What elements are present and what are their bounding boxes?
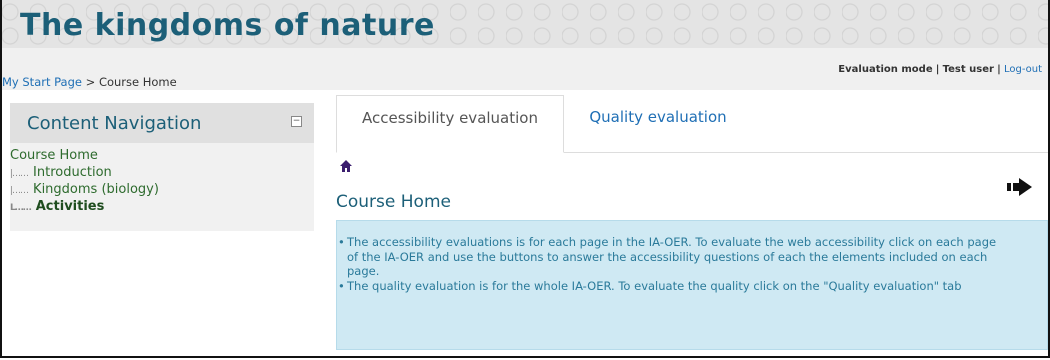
breadcrumb-start-page[interactable]: My Start Page — [2, 75, 82, 89]
tab-quality-evaluation[interactable]: Quality evaluation — [568, 95, 748, 152]
nav-title: Content Navigation — [27, 113, 202, 134]
page-frame: The kingdoms of nature Evaluation mode |… — [0, 0, 1050, 358]
tree-branch-icon: |…… — [10, 186, 29, 196]
nav-header: Content Navigation − — [10, 103, 314, 143]
collapse-icon[interactable]: − — [291, 116, 302, 127]
nav-item-label: Activities — [35, 199, 105, 214]
info-bullet: The quality evaluation is for the whole … — [337, 279, 997, 294]
info-list: The accessibility evaluations is for eac… — [337, 235, 997, 293]
breadcrumb: My Start Page > Course Home — [2, 75, 177, 89]
tree-branch-icon: L…… — [10, 203, 32, 213]
breadcrumb-current: Course Home — [98, 75, 177, 89]
site-title[interactable]: The kingdoms of nature — [20, 8, 435, 43]
separator: | — [997, 64, 1001, 75]
tree-branch-icon: |…… — [10, 169, 29, 179]
info-bullet: The accessibility evaluations is for eac… — [337, 235, 997, 279]
user-links: Evaluation mode | Test user | Log-out — [838, 64, 1042, 75]
evaluation-mode-label: Evaluation mode — [838, 64, 933, 75]
content-navigation-block: Content Navigation − Course Home |…… Intr… — [10, 103, 314, 231]
nav-item-course-home[interactable]: Course Home — [10, 148, 98, 163]
next-arrow-icon[interactable] — [1007, 177, 1035, 201]
nav-item-activities[interactable]: L…… Activities — [10, 199, 104, 214]
separator: | — [935, 64, 940, 75]
tab-accessibility-evaluation[interactable]: Accessibility evaluation — [336, 95, 564, 153]
info-box: The accessibility evaluations is for eac… — [336, 220, 1048, 350]
site-banner: The kingdoms of nature — [2, 0, 1048, 48]
nav-item-kingdoms[interactable]: |…… Kingdoms (biology) — [10, 182, 159, 197]
breadcrumb-separator: > — [85, 75, 96, 89]
page-title: Course Home — [336, 192, 451, 212]
nav-item-label: Introduction — [33, 165, 112, 180]
logout-link[interactable]: Log-out — [1004, 64, 1042, 75]
nav-item-introduction[interactable]: |…… Introduction — [10, 165, 112, 180]
user-name: Test user — [942, 64, 994, 75]
home-icon[interactable] — [339, 158, 353, 177]
nav-item-label: Kingdoms (biology) — [33, 182, 159, 197]
